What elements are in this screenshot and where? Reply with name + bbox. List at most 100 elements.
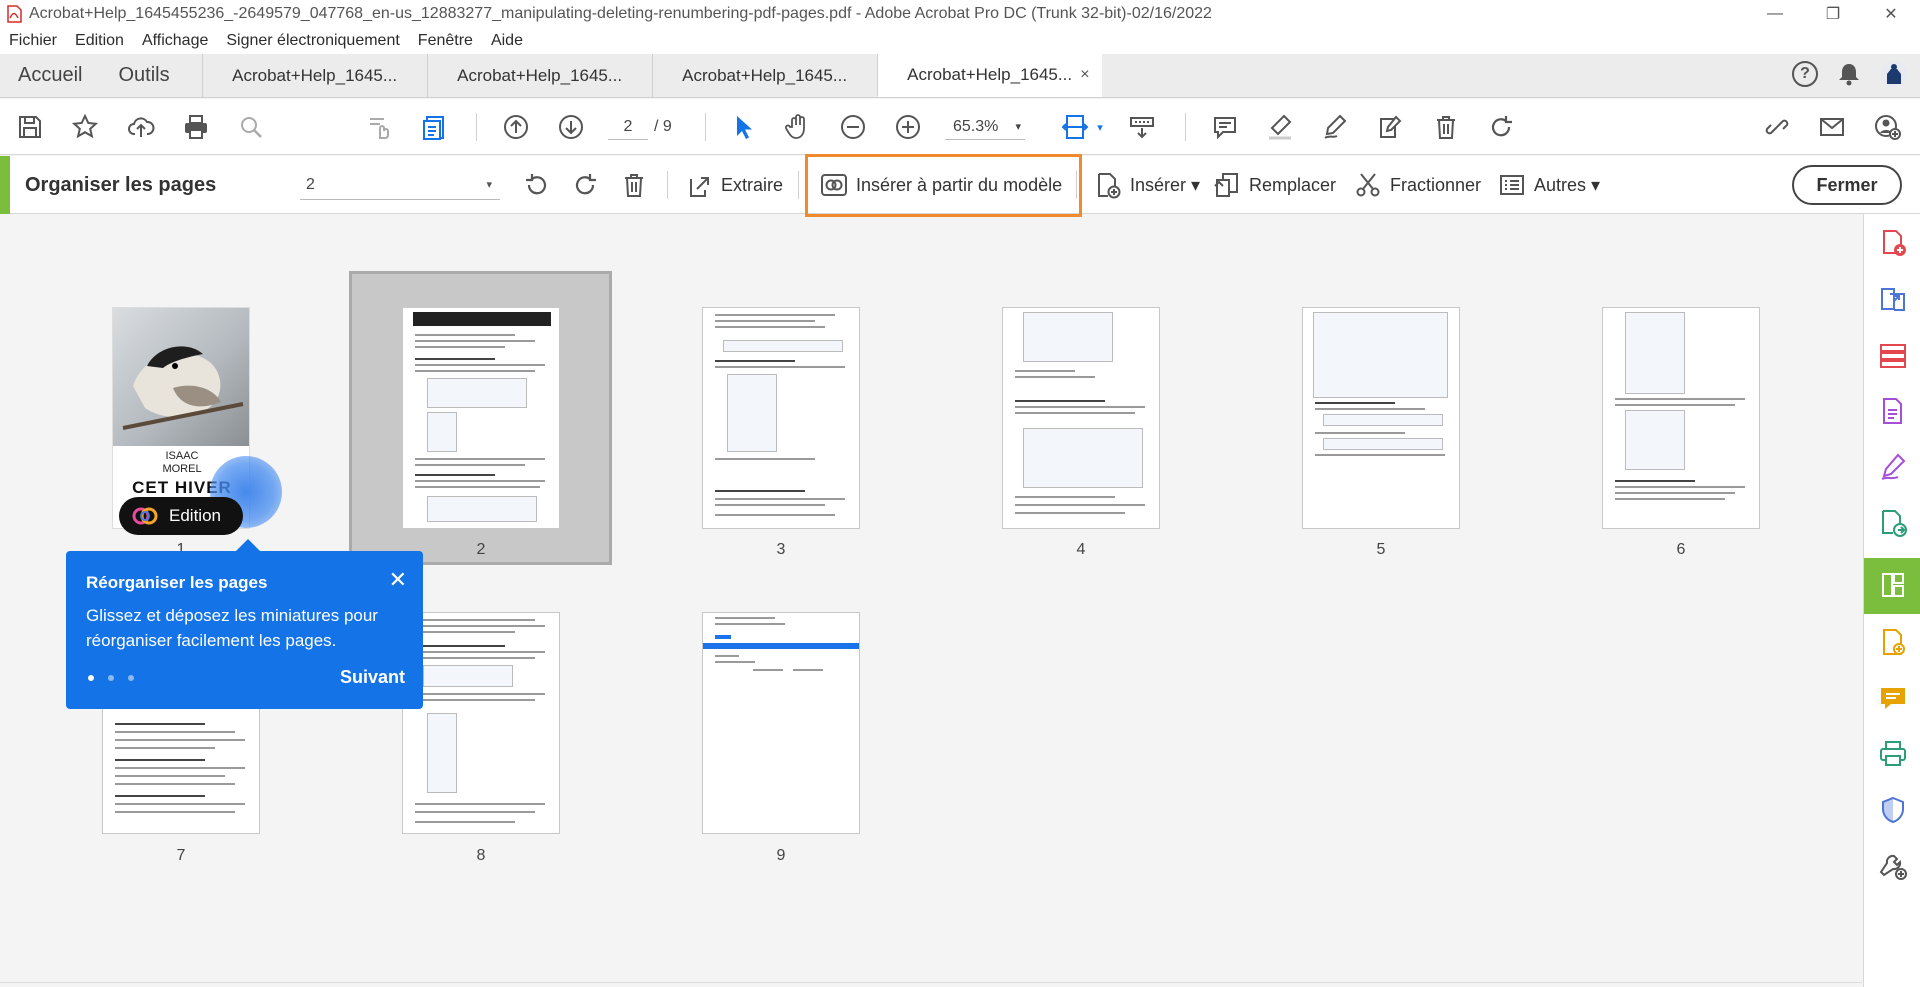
- star-bookmark-icon[interactable]: [70, 112, 100, 142]
- fit-page-icon[interactable]: [1060, 112, 1090, 142]
- step-indicator: [88, 675, 134, 681]
- zoom-in-icon[interactable]: [893, 112, 923, 142]
- rotate-left-icon[interactable]: [523, 170, 551, 200]
- page-number-7: 7: [176, 847, 186, 864]
- zoom-out-icon[interactable]: [838, 112, 868, 142]
- tab-outils[interactable]: Outils: [100, 54, 187, 97]
- insert-page-icon: [1098, 173, 1121, 199]
- document-tab-2[interactable]: Acrobat+Help_1645...: [426, 54, 652, 97]
- fit-page-dropdown-icon[interactable]: ▾: [1093, 112, 1107, 142]
- document-tab-3[interactable]: Acrobat+Help_1645...: [651, 54, 877, 97]
- save-icon[interactable]: [15, 112, 45, 142]
- page-thumbnail-2[interactable]: [402, 307, 560, 529]
- organize-pages-active-icon[interactable]: [1878, 570, 1908, 600]
- touch-mode-icon[interactable]: [365, 112, 395, 142]
- document-tab-1[interactable]: Acrobat+Help_1645...: [201, 54, 427, 97]
- chevron-down-icon: ▾: [1015, 121, 1021, 133]
- window-title: Acrobat+Help_1645455236_-2649579_047768_…: [29, 5, 1212, 22]
- organize-pages-title: Organiser les pages: [25, 174, 217, 196]
- user-avatar-icon[interactable]: [1880, 60, 1908, 88]
- close-window-button[interactable]: ✕: [1862, 0, 1920, 28]
- share-link-icon[interactable]: [1762, 112, 1792, 142]
- print-production-icon[interactable]: [1878, 739, 1908, 769]
- page-thumbnail-3[interactable]: [702, 307, 860, 529]
- delete-page-icon[interactable]: [620, 170, 648, 200]
- organize-icon[interactable]: [1878, 340, 1908, 370]
- menu-edition[interactable]: Edition: [75, 32, 124, 50]
- menu-signer[interactable]: Signer électroniquement: [226, 32, 399, 50]
- insert-button[interactable]: Insérer ▾: [1094, 170, 1200, 200]
- menu-affichage[interactable]: Affichage: [142, 32, 208, 50]
- menu-aide[interactable]: Aide: [491, 32, 523, 50]
- comment-tool-icon[interactable]: [1878, 683, 1908, 713]
- select-cursor-icon[interactable]: [728, 112, 758, 142]
- step-dot-active: [88, 675, 94, 681]
- add-user-icon[interactable]: [1872, 112, 1902, 142]
- more-label: Autres ▾: [1534, 174, 1601, 195]
- page-thumbnail-6[interactable]: [1602, 307, 1760, 529]
- menu-fenetre[interactable]: Fenêtre: [418, 32, 473, 50]
- page-number-5: 5: [1376, 541, 1386, 558]
- compress-pdf-icon[interactable]: [1878, 627, 1908, 657]
- next-page-icon[interactable]: [556, 112, 586, 142]
- help-icon[interactable]: ?: [1792, 61, 1818, 87]
- document-info-icon[interactable]: [420, 112, 450, 142]
- split-button[interactable]: Fractionner: [1354, 170, 1481, 200]
- acrobat-pdf-icon: [7, 5, 22, 23]
- current-page-input[interactable]: 2: [608, 114, 648, 140]
- more-tools-wrench-icon[interactable]: [1878, 851, 1908, 881]
- minimize-button[interactable]: —: [1746, 0, 1804, 28]
- replace-page-icon: [1214, 173, 1238, 197]
- document-tab-4-active[interactable]: Acrobat+Help_1645... ×: [876, 54, 1102, 97]
- total-pages-label: / 9: [654, 118, 672, 135]
- previous-page-icon[interactable]: [501, 112, 531, 142]
- tab-bar: Accueil Outils Acrobat+Help_1645... Acro…: [0, 54, 1920, 98]
- page-thumbnail-5[interactable]: [1302, 307, 1460, 529]
- highlight-pen-icon[interactable]: [1265, 112, 1295, 142]
- print-icon[interactable]: [181, 112, 211, 142]
- tab-accueil[interactable]: Accueil: [0, 54, 100, 97]
- scroll-mode-icon[interactable]: [1127, 112, 1157, 142]
- delete-trash-icon[interactable]: [1431, 112, 1461, 142]
- coachmark-tooltip: Réorganiser les pages ✕ Glissez et dépos…: [66, 539, 423, 709]
- bell-icon[interactable]: [1836, 61, 1862, 87]
- fill-sign-icon[interactable]: [1375, 112, 1405, 142]
- edit-pdf-icon[interactable]: [1878, 396, 1908, 426]
- page-range-value: 2: [306, 176, 315, 193]
- restore-button[interactable]: ❐: [1804, 0, 1862, 28]
- page-number-2: 2: [476, 541, 486, 558]
- sign-icon[interactable]: [1878, 452, 1908, 482]
- hand-tool-icon[interactable]: [783, 112, 813, 142]
- search-zoom-icon[interactable]: [236, 112, 266, 142]
- page-number-3: 3: [776, 541, 786, 558]
- extract-button[interactable]: Extraire: [685, 170, 783, 200]
- menu-fichier[interactable]: Fichier: [9, 32, 57, 50]
- more-button[interactable]: Autres ▾: [1498, 170, 1600, 200]
- close-tool-button[interactable]: Fermer: [1792, 165, 1902, 205]
- replace-button[interactable]: Remplacer: [1213, 170, 1336, 200]
- chevron-down-icon: ▾: [486, 179, 492, 191]
- export-pdf-icon[interactable]: [1878, 284, 1908, 314]
- page-thumbnail-8[interactable]: [402, 612, 560, 834]
- protect-shield-icon[interactable]: [1878, 795, 1908, 825]
- close-icon[interactable]: ✕: [389, 567, 407, 593]
- page-number-6: 6: [1676, 541, 1686, 558]
- zoom-level-select[interactable]: 65.3% ▾: [945, 114, 1025, 140]
- create-pdf-icon[interactable]: [1878, 228, 1908, 258]
- page-thumbnail-4[interactable]: [1002, 307, 1160, 529]
- title-bar: Acrobat+Help_1645455236_-2649579_047768_…: [0, 0, 1920, 28]
- upload-cloud-icon[interactable]: [126, 112, 156, 142]
- next-button[interactable]: Suivant: [340, 667, 405, 688]
- page-thumbnail-9[interactable]: [702, 612, 860, 834]
- comment-icon[interactable]: [1210, 112, 1240, 142]
- draw-freehand-icon[interactable]: [1320, 112, 1350, 142]
- scissors-icon: [1356, 173, 1380, 197]
- email-icon[interactable]: [1817, 112, 1847, 142]
- step-dot: [108, 675, 114, 681]
- rotate-right-icon[interactable]: [571, 170, 599, 200]
- edition-button[interactable]: Edition: [119, 497, 243, 535]
- send-for-review-icon[interactable]: [1878, 508, 1908, 538]
- page-range-select[interactable]: 2 ▾: [300, 170, 500, 200]
- rotate-icon[interactable]: [1486, 112, 1516, 142]
- close-tab-icon[interactable]: ×: [1080, 66, 1089, 84]
